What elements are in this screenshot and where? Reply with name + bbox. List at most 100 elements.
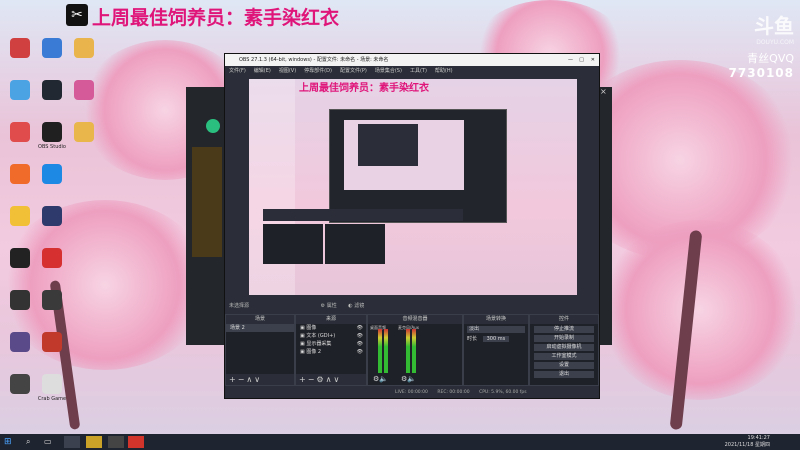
maximize-icon[interactable]: □ — [579, 54, 584, 66]
source-type-icon: ▣ — [300, 325, 305, 331]
source-item[interactable]: ▣ 图像 2 👁 — [296, 348, 366, 356]
cpu-status: CPU: 5.9%, 60.00 fps — [479, 390, 527, 395]
eye-icon[interactable]: 👁 — [357, 332, 363, 340]
eye-icon[interactable]: 👁 — [357, 348, 363, 356]
obs-menubar: 文件(F) 编辑(E) 视图(V) 停靠部件(D) 配置文件(P) 场景集合(S) 工具(T… — [225, 66, 599, 76]
duration-label: 时长 — [467, 336, 478, 342]
source-type-icon: ▣ — [300, 349, 305, 355]
menu-item[interactable]: 配置文件(P) — [340, 68, 367, 74]
scenes-dock-title: 场景 — [226, 315, 294, 324]
close-icon[interactable]: ✕ — [591, 54, 595, 66]
desktop-icon[interactable]: Crab Game — [32, 374, 72, 402]
source-item[interactable]: ▣ 文本 (GDI+) 👁 — [296, 332, 366, 340]
menu-item[interactable]: 停靠部件(D) — [304, 68, 332, 74]
source-item[interactable]: ▣ 显示器采集 👁 — [296, 340, 366, 348]
add-icon[interactable]: + — [229, 375, 238, 384]
app-icon — [42, 374, 62, 394]
preview-overlay-title: 上周最佳饲养员：素手染红衣 — [299, 83, 429, 94]
add-icon[interactable]: + — [299, 375, 308, 384]
app-icon — [42, 38, 62, 58]
obs-docks: 场景 场景 2 +−∧∨ 来源 ▣ 图像 👁 ▣ 文本 (GDI+) 👁 ▣ 显示器采集… — [225, 314, 599, 386]
rec-timer: REC: 00:00:00 — [437, 390, 470, 395]
app-icon — [10, 332, 30, 352]
obs-window: OBS 27.1.3 (64-bit, windows) - 配置文件: 未命名… — [224, 53, 600, 399]
source-label: 显示器采集 — [306, 341, 332, 347]
desktop-icon[interactable] — [32, 290, 72, 312]
control-button[interactable]: 退出 — [534, 371, 594, 378]
task-view-icon[interactable]: ▭ — [44, 436, 54, 448]
source-item[interactable]: ▣ 图像 👁 — [296, 324, 366, 332]
app-icon — [42, 80, 62, 100]
scene-item[interactable]: 场景 2 — [226, 324, 294, 332]
menu-item[interactable]: 帮助(H) — [435, 68, 453, 74]
watermark-site: DOUYU.COM — [756, 39, 794, 46]
speaker-icon[interactable]: ⚙🔈 — [401, 375, 416, 383]
taskbar-app-obs[interactable] — [108, 436, 124, 448]
chevron-down-icon[interactable]: ∨ — [333, 375, 341, 384]
watermark-room-id: 7730108 — [728, 66, 794, 80]
transitions-dock: 场景转换 淡出 时长 300 ms — [463, 314, 529, 386]
app-icon — [10, 290, 30, 310]
stream-overlay-title: 上周最佳饲养员：素手染红衣 — [92, 7, 340, 29]
clock[interactable]: 19:41:27 2021/11/18 星期四 — [725, 435, 770, 448]
desktop-icon[interactable] — [32, 248, 72, 270]
eye-icon[interactable]: 👁 — [357, 340, 363, 348]
menu-item[interactable]: 场景集合(S) — [375, 68, 402, 74]
app-icon — [10, 164, 30, 184]
control-button[interactable]: 工作室模式 — [534, 353, 594, 360]
capcut-icon: ✂ — [66, 4, 88, 26]
audio-mixer-dock: 音频混音器 桌面音频 麦克风/Aux ⚙🔈 ⚙🔈 — [367, 314, 463, 386]
minimize-icon[interactable]: — — [568, 54, 573, 66]
speaker-icon[interactable]: ⚙🔈 — [373, 375, 388, 383]
app-icon — [10, 206, 30, 226]
chevron-down-icon[interactable]: ∨ — [254, 375, 262, 384]
menu-item[interactable]: 视图(V) — [279, 68, 296, 74]
duration-input[interactable]: 300 ms — [482, 336, 510, 342]
live-timer: LIVE: 00:00:00 — [395, 390, 428, 395]
source-label: 图像 2 — [306, 349, 322, 355]
desktop-icon[interactable] — [64, 38, 104, 60]
sources-dock: 来源 ▣ 图像 👁 ▣ 文本 (GDI+) 👁 ▣ 显示器采集 👁 ▣ 图像 2 👁 +−⚙∧… — [295, 314, 367, 386]
desktop-icon-label: Crab Game — [37, 396, 67, 402]
app-icon — [42, 248, 62, 268]
obs-titlebar: OBS 27.1.3 (64-bit, windows) - 配置文件: 未命名… — [225, 54, 599, 66]
desktop-icon[interactable] — [32, 332, 72, 354]
properties-button[interactable]: ⚙ 属性 — [321, 303, 337, 309]
taskbar-app-capcut[interactable] — [64, 436, 80, 448]
transition-select[interactable]: 淡出 — [467, 326, 525, 333]
control-button[interactable]: 停止推流 — [534, 326, 594, 333]
desktop-icon-label: OBS Studio — [38, 144, 66, 150]
volume-meter — [384, 329, 388, 373]
sources-footer: +−⚙∧∨ — [296, 374, 366, 385]
control-button[interactable]: 开始录制 — [534, 335, 594, 342]
source-label: 文本 (GDI+) — [306, 333, 336, 339]
eye-icon[interactable]: 👁 — [357, 324, 363, 332]
control-button[interactable]: 设置 — [534, 362, 594, 369]
filters-button[interactable]: ◐ 滤镜 — [348, 303, 364, 309]
volume-meter — [412, 329, 416, 373]
obs-preview[interactable]: 上周最佳饲养员：素手染红衣 — [249, 79, 577, 295]
app-icon — [10, 374, 30, 394]
volume-meter — [406, 329, 410, 373]
controls-dock: 控件 停止推流开始录制启动虚拟摄像机 工作室模式设置退出 — [529, 314, 599, 386]
taskbar-app-red[interactable] — [128, 436, 144, 448]
app-icon — [74, 80, 94, 100]
douyu-watermark: 斗鱼 DOUYU.COM 青丝QVQ 7730108 — [729, 10, 794, 80]
volume-meter — [378, 329, 382, 373]
controls-dock-title: 控件 — [530, 315, 598, 324]
windows-start-icon[interactable]: ⊞ — [4, 436, 16, 448]
menu-item[interactable]: 编辑(E) — [254, 68, 271, 74]
scenes-footer: +−∧∨ — [226, 374, 294, 385]
mixer-dock-title: 音频混音器 — [368, 315, 462, 324]
gear-icon[interactable]: ⚙ — [316, 375, 325, 384]
desktop-icon[interactable] — [32, 164, 72, 186]
desktop-icon[interactable] — [64, 80, 104, 102]
desktop-icon[interactable] — [64, 122, 104, 144]
search-icon[interactable]: ⌕ — [26, 436, 36, 448]
desktop-icon[interactable] — [32, 206, 72, 228]
transitions-dock-title: 场景转换 — [464, 315, 528, 324]
menu-item[interactable]: 文件(F) — [229, 68, 246, 74]
taskbar-app[interactable] — [86, 436, 102, 448]
menu-item[interactable]: 工具(T) — [410, 68, 427, 74]
control-button[interactable]: 启动虚拟摄像机 — [534, 344, 594, 351]
